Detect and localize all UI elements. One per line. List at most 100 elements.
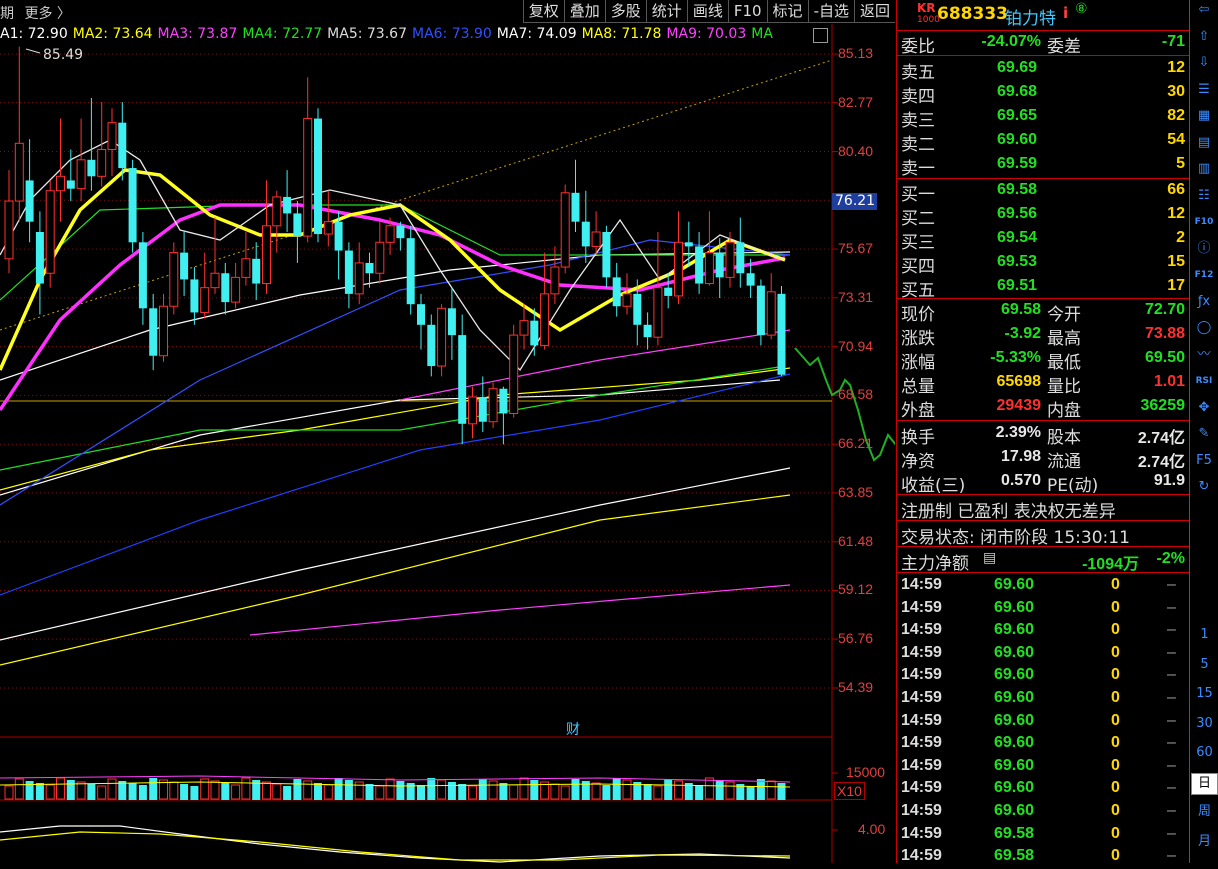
tick-time: 14:59 [901, 802, 942, 819]
tick-direction: – [1167, 802, 1176, 819]
high-marker-arrow [25, 48, 41, 54]
candle-body [746, 273, 755, 286]
fund-value: 2.74亿 [1137, 430, 1185, 447]
ask-price: 69.69 [997, 59, 1038, 76]
fund-label: 股本 [1047, 428, 1081, 448]
ask-volume: 54 [1167, 131, 1185, 148]
period-button[interactable]: 30 [1190, 714, 1218, 734]
period-menu[interactable]: 期 更多 〉 [0, 3, 71, 23]
candle-body [262, 225, 271, 285]
ask-row[interactable]: 卖二 69.60 54 [897, 129, 1189, 155]
tick-time: 14:59 [901, 779, 942, 797]
period-label[interactable]: 期 [0, 6, 14, 22]
fx-icon[interactable]: ƒx [1193, 292, 1215, 312]
tick-row: 14:59 69.58 0 – [897, 847, 1189, 869]
ask-price: 69.68 [997, 83, 1038, 100]
volume-bar [766, 780, 776, 800]
ask-row[interactable]: 卖一 69.59 5 [897, 153, 1189, 179]
stat-label: 涨幅 [901, 353, 935, 373]
volume-bar [354, 781, 364, 800]
arrow-down-icon[interactable]: ⇩ [1193, 53, 1215, 73]
candle-body [159, 305, 168, 357]
volume-bar [499, 783, 508, 800]
tick-direction: – [1167, 643, 1176, 661]
stock-name[interactable]: 铂力特 [1005, 4, 1056, 29]
volume-bar [149, 778, 158, 800]
candle-body [66, 180, 75, 189]
list-icon[interactable]: ☰ [1193, 80, 1215, 100]
period-button[interactable]: 5 [1190, 655, 1218, 675]
ask-row[interactable]: 卖五 69.69 12 [897, 57, 1189, 83]
table-icon[interactable]: ▦ [1193, 106, 1215, 126]
main-net-row[interactable]: 主力净额 ▤ -1094万 -2% [897, 548, 1189, 574]
ma-line [0, 367, 791, 491]
arrow-up-icon[interactable]: ⇧ [1193, 27, 1215, 47]
f10-icon[interactable]: F10 [1193, 212, 1215, 232]
line-chart-icon[interactable]: ▤ [1193, 133, 1215, 153]
hand-drawn-line [794, 347, 895, 462]
price-tick-label: 54.39 [838, 679, 874, 695]
fund-label: 收益(三) [901, 476, 966, 496]
wei-bi-row-value: -24.07% [981, 33, 1041, 50]
toolbar-button[interactable]: 标记 [766, 0, 808, 23]
toolbar-button[interactable]: 复权 [522, 0, 564, 23]
bid-row[interactable]: 买四 69.53 15 [897, 251, 1189, 277]
volume-bar [169, 781, 179, 800]
toolbar-button[interactable]: 统计 [645, 0, 687, 23]
f12-icon[interactable]: F12 [1193, 265, 1215, 285]
candle-body [118, 122, 127, 169]
candle-body [303, 118, 313, 237]
finance-marker[interactable]: 财 [566, 722, 580, 738]
divider [897, 546, 1189, 547]
arrow-left-icon[interactable]: ⇦ [1193, 0, 1215, 20]
bid-row[interactable]: 买二 69.56 12 [897, 203, 1189, 229]
pencil-icon[interactable]: ✎ [1193, 424, 1215, 444]
volume-bar [488, 780, 498, 800]
kline-chart[interactable]: 85.49 财 [0, 24, 895, 863]
fund-label: 流通 [1047, 452, 1081, 472]
news-icon[interactable]: ☷ [1193, 186, 1215, 206]
bid-row[interactable]: 买三 69.54 2 [897, 227, 1189, 253]
volume-multiplier[interactable]: X10 [834, 782, 865, 800]
rsi-icon[interactable]: RSI [1193, 371, 1215, 391]
period-button[interactable]: 1 [1190, 625, 1218, 645]
period-button[interactable]: 60 [1190, 743, 1218, 763]
period-button[interactable]: 周 [1190, 802, 1218, 822]
toolbar-button[interactable]: 返回 [853, 0, 895, 23]
info-icon[interactable]: ⓘ [1193, 239, 1215, 259]
candle-icon[interactable]: ▥ [1193, 159, 1215, 179]
tick-time: 14:59 [901, 756, 942, 774]
toolbar-button[interactable]: -自选 [807, 0, 854, 23]
period-button[interactable]: 15 [1190, 684, 1218, 704]
period-button[interactable]: 日 [1191, 772, 1218, 795]
volume-bar [262, 781, 271, 800]
ask-row[interactable]: 卖三 69.65 82 [897, 105, 1189, 131]
candle-body [128, 168, 137, 243]
stock-code[interactable]: 688333 [937, 4, 1008, 24]
toolbar-button[interactable]: F10 [727, 0, 767, 23]
menu-icon[interactable]: ▤ [983, 550, 996, 566]
volume-bar [622, 779, 632, 800]
f5-icon[interactable]: F5 [1193, 451, 1215, 471]
toolbar-button[interactable]: 画线 [686, 0, 728, 23]
tick-volume: 0 [1111, 847, 1120, 865]
ask-label: 卖一 [901, 159, 935, 179]
toolbar-button[interactable]: 叠加 [563, 0, 605, 23]
more-menu[interactable]: 更多 〉 [24, 6, 70, 22]
toolbar-buttons: 复权 叠加 多股 统计 画线 F10 标记 -自选 返回 [522, 0, 895, 24]
toolbar-button[interactable]: 多股 [604, 0, 646, 23]
wave-icon[interactable]: 〰 [1193, 345, 1215, 365]
move-icon[interactable]: ✥ [1193, 398, 1215, 418]
ask-row[interactable]: 卖四 69.68 30 [897, 81, 1189, 107]
candle-body [458, 335, 467, 424]
bid-row[interactable]: 买五 69.51 17 [897, 275, 1189, 301]
circle-icon[interactable]: ◯ [1193, 318, 1215, 338]
tick-direction: – [1167, 598, 1176, 616]
refresh-icon[interactable]: ↻ [1193, 477, 1215, 497]
bid-row[interactable]: 买一 69.58 66 [897, 179, 1189, 205]
tick-row: 14:59 69.58 0 – [897, 825, 1189, 847]
stat-row: 外盘 29439 内盘 36259 [897, 395, 1189, 421]
tick-price: 69.60 [994, 756, 1035, 774]
period-button[interactable]: 月 [1190, 832, 1218, 852]
fund-value: 2.39% [995, 424, 1041, 441]
